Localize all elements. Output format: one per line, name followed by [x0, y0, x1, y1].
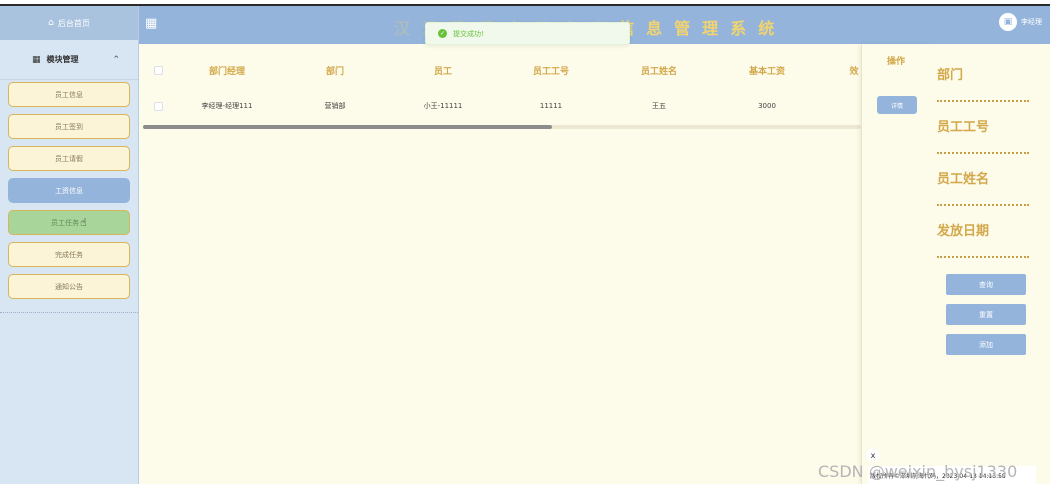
sidebar-item-completed-task[interactable]: 完成任务 [8, 242, 130, 267]
watermark: CSDN @weixin_bysj1330 [818, 462, 1018, 481]
sidebar-item-label: 工资信息 [55, 186, 83, 195]
table-row[interactable]: 李经理-经理111 营销部 小王-11111 11111 王五 3000 [139, 90, 861, 122]
user-menu[interactable]: ▣ 李经理 [999, 13, 1042, 31]
sidebar-item-employee-checkin[interactable]: 员工签到 [8, 114, 130, 139]
operation-header: 操作 [886, 57, 905, 67]
table-cell: 3000 [758, 102, 776, 110]
sidebar-item-label: 通知公告 [55, 282, 83, 291]
search-field-label: 员工姓名 [937, 172, 990, 187]
checkbox[interactable] [153, 101, 163, 111]
sidebar-home[interactable]: ⌂ 后台首页 [0, 6, 138, 40]
sidebar: ⌂ 后台首页 ▦ 模块管理 ⌃ 员工信息 员工签到 员工请假 工资信息 员工任务… [0, 6, 139, 484]
home-icon: ⌂ [48, 18, 54, 28]
table-cell: 营销部 [324, 102, 346, 110]
table-header-row: 部门经理 部门 员工 员工工号 员工姓名 基本工资 效 [139, 54, 861, 86]
title-char: 汉 [394, 19, 413, 38]
sidebar-menu: 员工信息 员工签到 员工请假 工资信息 员工任务 ☝ 完成任务 通知公告 [0, 80, 138, 313]
column-header[interactable]: 基本工资 [719, 54, 815, 86]
sidebar-item-employee-info[interactable]: 员工信息 [8, 82, 130, 107]
search-input-department[interactable] [937, 100, 1029, 102]
table-cell: 王五 [652, 102, 666, 110]
search-input-employee-name[interactable] [937, 204, 1029, 206]
search-panel: 部门 员工工号 员工姓名 发放日期 查询 重置 添加 [929, 44, 1050, 484]
sidebar-item-employee-task[interactable]: 员工任务 ☝ [8, 210, 130, 235]
close-icon[interactable]: x [866, 448, 880, 462]
user-name: 李经理 [1021, 18, 1042, 26]
avatar: ▣ [999, 13, 1017, 31]
sidebar-item-label: 员工信息 [55, 90, 83, 99]
success-toast: ✓ 提交成功! [425, 22, 630, 45]
column-header[interactable]: 效 [847, 54, 861, 86]
column-header[interactable]: 员工姓名 [611, 54, 707, 86]
column-header[interactable]: 部门经理 [179, 54, 275, 86]
sidebar-item-label: 员工任务 [51, 218, 80, 227]
sidebar-item-label: 员工请假 [55, 154, 83, 163]
title-char: 理 [702, 19, 721, 38]
sidebar-item-notice[interactable]: 通知公告 [8, 274, 130, 299]
sidebar-item-label: 完成任务 [55, 250, 83, 259]
column-header[interactable]: 员工工号 [503, 54, 599, 86]
chevron-up-icon: ⌃ [112, 54, 120, 65]
menu-grid-icon[interactable]: ▦ [145, 17, 157, 30]
bottom-band [0, 484, 1050, 494]
scrollbar-thumb[interactable] [143, 125, 553, 129]
sidebar-group-header[interactable]: ▦ 模块管理 ⌃ [0, 40, 138, 80]
data-table: 部门经理 部门 员工 员工工号 员工姓名 基本工资 效 李经理-经理111 营销… [139, 54, 861, 134]
horizontal-scrollbar[interactable] [143, 125, 861, 129]
add-button[interactable]: 添加 [946, 334, 1026, 355]
search-input-employee-id[interactable] [937, 152, 1029, 154]
search-field-label: 部门 [937, 68, 964, 83]
title-char: 统 [758, 19, 777, 38]
sidebar-group-label: 模块管理 [46, 55, 79, 64]
title-char: 息 [646, 19, 665, 38]
search-input-issue-date[interactable] [937, 256, 1029, 258]
checkbox[interactable] [153, 65, 163, 75]
table-cell: 小王-11111 [423, 102, 463, 110]
title-char: 管 [674, 19, 693, 38]
search-field-label: 员工工号 [937, 120, 990, 135]
hand-cursor-icon: ☝ [80, 216, 87, 229]
sidebar-item-employee-leave[interactable]: 员工请假 [8, 146, 130, 171]
table-cell: 李经理-经理111 [201, 102, 253, 110]
sidebar-item-label: 员工签到 [55, 122, 83, 131]
row-checkbox[interactable] [151, 90, 165, 122]
check-circle-icon: ✓ [438, 29, 447, 38]
sidebar-home-label: 后台首页 [57, 18, 90, 28]
title-char: 系 [730, 19, 749, 38]
reset-button[interactable]: 重置 [946, 304, 1026, 325]
table-cell: 11111 [539, 102, 563, 110]
toast-message: 提交成功! [453, 29, 484, 38]
query-button[interactable]: 查询 [946, 274, 1026, 295]
column-header[interactable]: 部门 [287, 54, 383, 86]
select-all-checkbox[interactable] [151, 54, 165, 86]
grid-icon: ▦ [32, 54, 41, 65]
search-field-label: 发放日期 [937, 224, 990, 239]
column-header[interactable]: 员工 [395, 54, 491, 86]
sidebar-item-salary-info[interactable]: 工资信息 [8, 178, 130, 203]
operation-column: 操作 详情 [861, 44, 929, 484]
detail-button[interactable]: 详情 [877, 96, 917, 114]
